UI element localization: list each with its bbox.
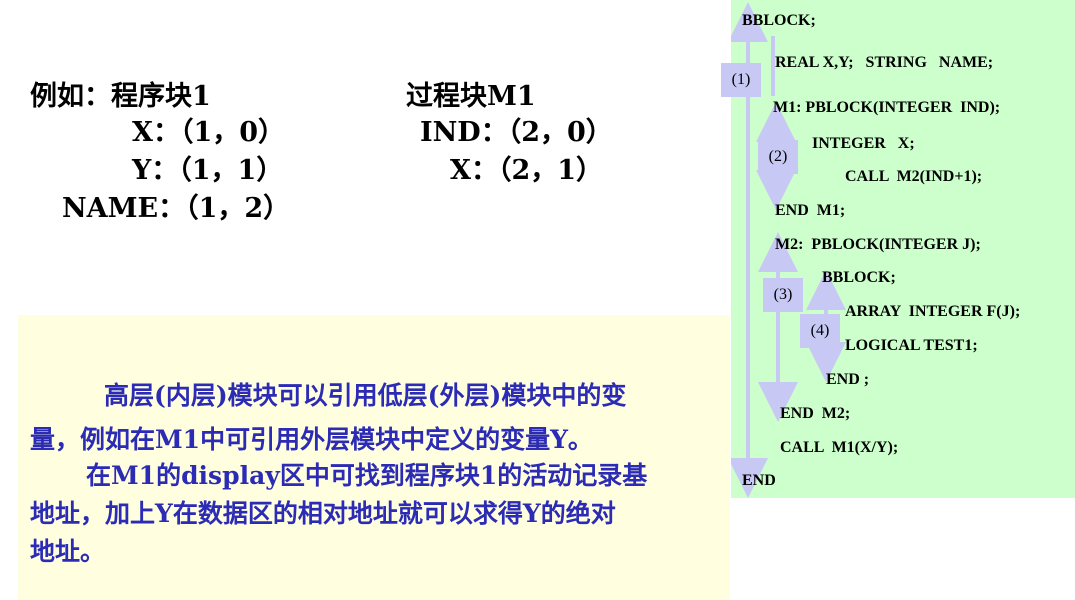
code-line-call-m1: CALL M1(X/Y);	[780, 439, 899, 456]
code-line-end-inner: END ;	[826, 371, 870, 388]
code-line-inner-bblock: BBLOCK;	[822, 269, 896, 286]
block1-row-x: X：（1，0）	[132, 117, 286, 148]
code-line-bblock: BBLOCK;	[742, 12, 816, 29]
note-line-3: 在M1的display区中可找到程序块1的活动记录基	[86, 461, 648, 490]
code-line-end-m1: END M1;	[775, 202, 846, 219]
level-3-box: (3)	[763, 278, 803, 312]
code-line-m1-pblock: M1: PBLOCK(INTEGER IND);	[773, 99, 1001, 116]
code-line-real: REAL X,Y; STRING NAME;	[775, 54, 994, 71]
code-line-end: END	[742, 472, 776, 489]
note-line-2: 量，例如在M1中可引用外层模块中定义的变量Y。	[30, 425, 593, 454]
note-line-5: 地址。	[30, 537, 106, 566]
level-2-box: (2)	[758, 140, 798, 174]
code-line-call-m2: CALL M2(IND+1);	[845, 168, 983, 185]
block1-title: 例如：程序块1	[30, 81, 211, 112]
block1-row-name: NAME：（1，2）	[62, 193, 291, 224]
code-line-m2-pblock: M2: PBLOCK(INTEGER J);	[775, 236, 981, 253]
level-4-box: (4)	[800, 314, 840, 348]
code-line-array: ARRAY INTEGER F(J);	[845, 303, 1021, 320]
code-line-end-m2: END M2;	[780, 405, 851, 422]
block1-row-y: Y：（1，1）	[132, 155, 284, 186]
proc-m1-row-x: X：（2，1）	[450, 155, 604, 186]
level-1-box: (1)	[721, 63, 761, 97]
note-line-4: 地址，加上Y在数据区的相对地址就可以求得Y的绝对	[30, 499, 616, 528]
proc-m1-row-ind: IND：（2，0）	[420, 117, 613, 148]
code-line-integer-x: INTEGER X;	[812, 135, 915, 152]
proc-m1-title: 过程块M1	[406, 81, 536, 112]
note-line-1: 高层(内层)模块可以引用低层(外层)模块中的变	[104, 381, 627, 410]
code-line-logical: LOGICAL TEST1;	[845, 337, 978, 354]
